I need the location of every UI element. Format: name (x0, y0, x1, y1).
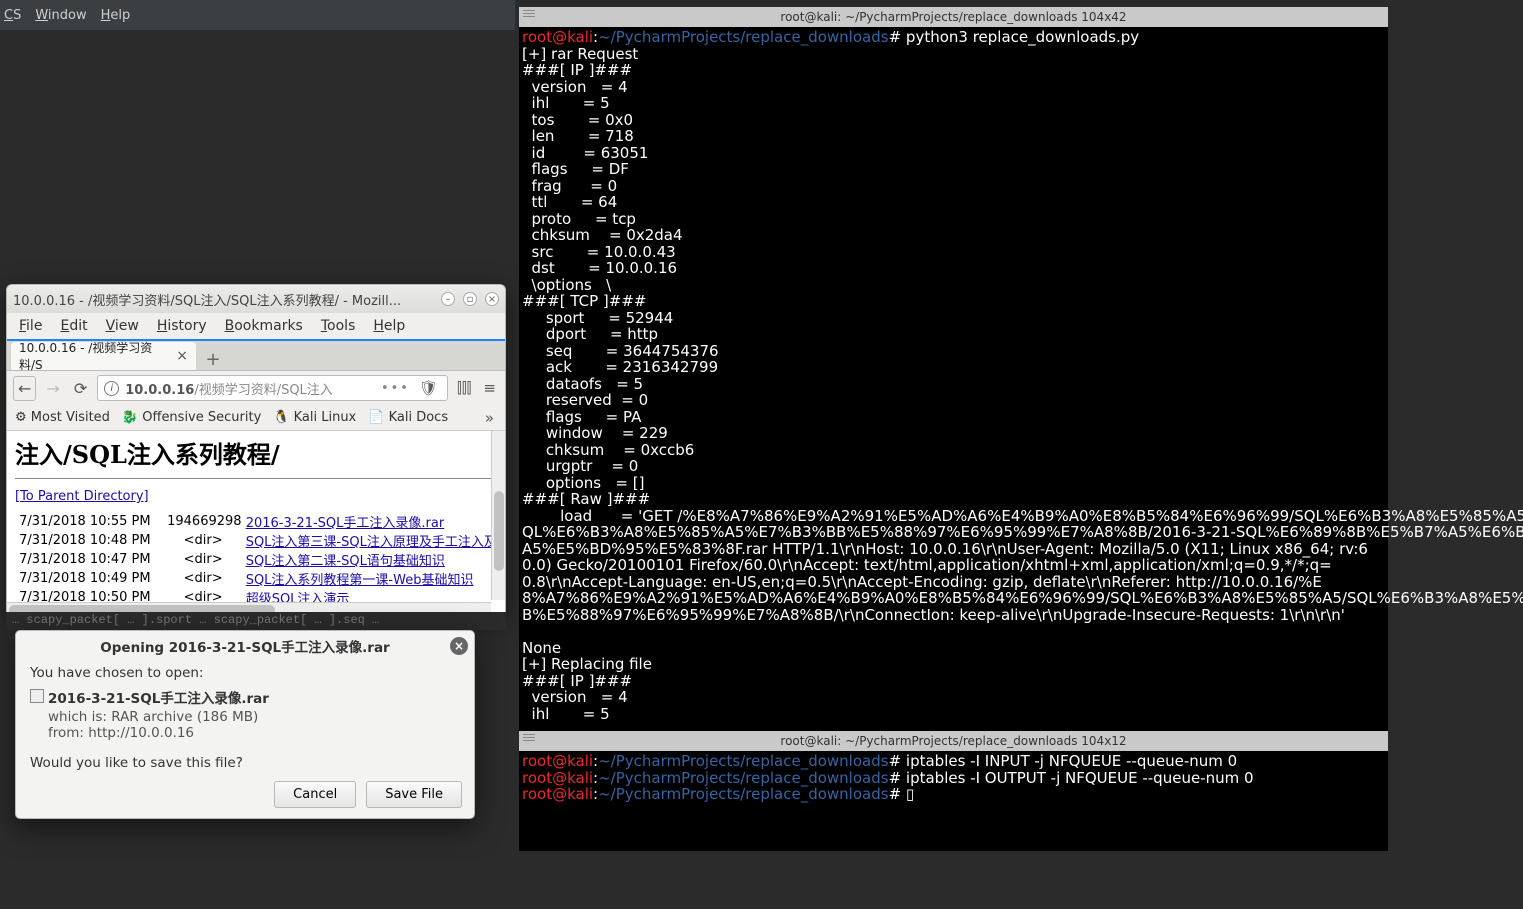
page-content: 注入/SQL注入系列教程/ [To Parent Directory] 7/31… (7, 431, 505, 616)
tabbar: 10.0.0.16 - /视频学习资料/S × + (7, 341, 505, 371)
ide-menu-item[interactable]: Help (101, 8, 131, 23)
reader-mode-icon[interactable]: 🛡 (416, 377, 441, 399)
parent-directory-link[interactable]: [To Parent Directory] (15, 489, 149, 504)
forward-button: → (42, 377, 63, 400)
terminal-output: root@kali:~/PycharmProjects/replace_down… (519, 751, 1388, 805)
divider (15, 478, 497, 479)
ide-editor-slice: … scapy_packet[ … ].sport … scapy_packet… (6, 612, 506, 630)
ide-menu-item[interactable]: Window (35, 8, 86, 23)
library-icon[interactable]: ⫿⫿⫿ (454, 377, 474, 399)
dialog-source: from: http://10.0.0.16 (48, 725, 460, 741)
ide-menubar: CS Window Help (0, 0, 515, 30)
grip-icon (523, 734, 535, 746)
menu-view[interactable]: View (106, 318, 139, 334)
dialog-filetype: which is: RAR archive (186 MB) (48, 709, 460, 725)
browser-tab[interactable]: 10.0.0.16 - /视频学习资料/S × (11, 342, 196, 370)
menu-bookmarks[interactable]: Bookmarks (225, 318, 303, 334)
bookmark-kali-docs[interactable]: 📄 Kali Docs (368, 410, 448, 425)
dialog-title: Opening 2016-3-21-SQL手工注入录像.rar × (16, 631, 474, 661)
grip-icon (523, 10, 535, 22)
firefox-window: 10.0.0.16 - /视频学习资料/SQL注入/SQL注入系列教程/ - M… (6, 284, 506, 617)
tab-label: 10.0.0.16 - /视频学习资料/S (19, 339, 170, 373)
terminal-title: root@kali: ~/PycharmProjects/replace_dow… (780, 733, 1126, 750)
new-tab-button[interactable]: + (202, 348, 224, 370)
close-button[interactable]: × (485, 292, 499, 306)
terminal-title: root@kali: ~/PycharmProjects/replace_dow… (780, 9, 1126, 26)
url-host: 10.0.0.16 (125, 383, 194, 398)
scrollbar-vertical[interactable] (491, 431, 505, 600)
terminal-titlebar: root@kali: ~/PycharmProjects/replace_dow… (519, 7, 1388, 27)
terminal-output: root@kali:~/PycharmProjects/replace_down… (519, 27, 1388, 724)
firefox-menubar: File Edit View History Bookmarks Tools H… (7, 313, 505, 341)
terminal-bottom[interactable]: root@kali: ~/PycharmProjects/replace_dow… (519, 731, 1388, 851)
dialog-close-button[interactable]: × (450, 637, 468, 655)
dialog-text: You have chosen to open: (30, 665, 460, 681)
tab-close-icon[interactable]: × (176, 348, 188, 364)
back-button[interactable]: ← (13, 376, 36, 401)
list-item: 7/31/2018 10:55 PM 194669298 2016-3-21-S… (15, 512, 505, 531)
menu-tools[interactable]: Tools (321, 318, 356, 334)
window-titlebar[interactable]: 10.0.0.16 - /视频学习资料/SQL注入/SQL注入系列教程/ - M… (7, 285, 505, 313)
list-item: 7/31/2018 10:48 PM <dir> SQL注入第三课-SQL注入原… (15, 531, 505, 550)
directory-listing: 7/31/2018 10:55 PM 194669298 2016-3-21-S… (15, 512, 505, 607)
bookmark-most-visited[interactable]: ⚙ Most Visited (15, 410, 110, 425)
bookmarks-overflow-icon[interactable]: » (482, 407, 497, 429)
dialog-question: Would you like to save this file? (30, 755, 460, 771)
bookmark-offsec[interactable]: 🐉 Offensive Security (122, 410, 261, 425)
menu-edit[interactable]: Edit (60, 318, 87, 334)
menu-file[interactable]: File (19, 318, 42, 334)
cancel-button[interactable]: Cancel (274, 781, 356, 808)
ide-menu-item[interactable]: CS (4, 8, 21, 23)
minimize-button[interactable]: – (441, 292, 455, 306)
list-item: 7/31/2018 10:47 PM <dir> SQL注入第二课-SQL语句基… (15, 550, 505, 569)
address-bar[interactable]: i 10.0.0.16/视频学习资料/SQL注入 ••• 🛡 (97, 375, 448, 401)
menu-help[interactable]: Help (373, 318, 405, 334)
bookmark-kali-linux[interactable]: 🐧 Kali Linux (273, 410, 356, 425)
page-heading: 注入/SQL注入系列教程/ (15, 435, 497, 470)
download-dialog: Opening 2016-3-21-SQL手工注入录像.rar × You ha… (15, 630, 475, 819)
url-path: /视频学习资料/SQL注入 (194, 383, 333, 398)
save-file-button[interactable]: Save File (366, 781, 462, 808)
site-info-icon[interactable]: i (104, 381, 119, 396)
hamburger-menu-icon[interactable]: ≡ (480, 377, 499, 399)
terminal-titlebar: root@kali: ~/PycharmProjects/replace_dow… (519, 731, 1388, 751)
scroll-thumb[interactable] (494, 491, 504, 571)
menu-history[interactable]: History (157, 318, 207, 334)
reload-button[interactable]: ⟳ (70, 377, 91, 400)
bookmarks-toolbar: ⚙ Most Visited 🐉 Offensive Security 🐧 Ka… (7, 405, 505, 431)
terminal-top[interactable]: root@kali: ~/PycharmProjects/replace_dow… (519, 7, 1388, 731)
navigation-toolbar: ← → ⟳ i 10.0.0.16/视频学习资料/SQL注入 ••• 🛡 ⫿⫿⫿… (7, 371, 505, 405)
page-actions-icon[interactable]: ••• (381, 381, 410, 396)
dialog-filename: 2016-3-21-SQL手工注入录像.rar (48, 687, 460, 707)
list-item: 7/31/2018 10:49 PM <dir> SQL注入系列教程第一课-We… (15, 569, 505, 588)
maximize-button[interactable]: ▫ (463, 292, 477, 306)
window-title: 10.0.0.16 - /视频学习资料/SQL注入/SQL注入系列教程/ - M… (13, 290, 401, 309)
